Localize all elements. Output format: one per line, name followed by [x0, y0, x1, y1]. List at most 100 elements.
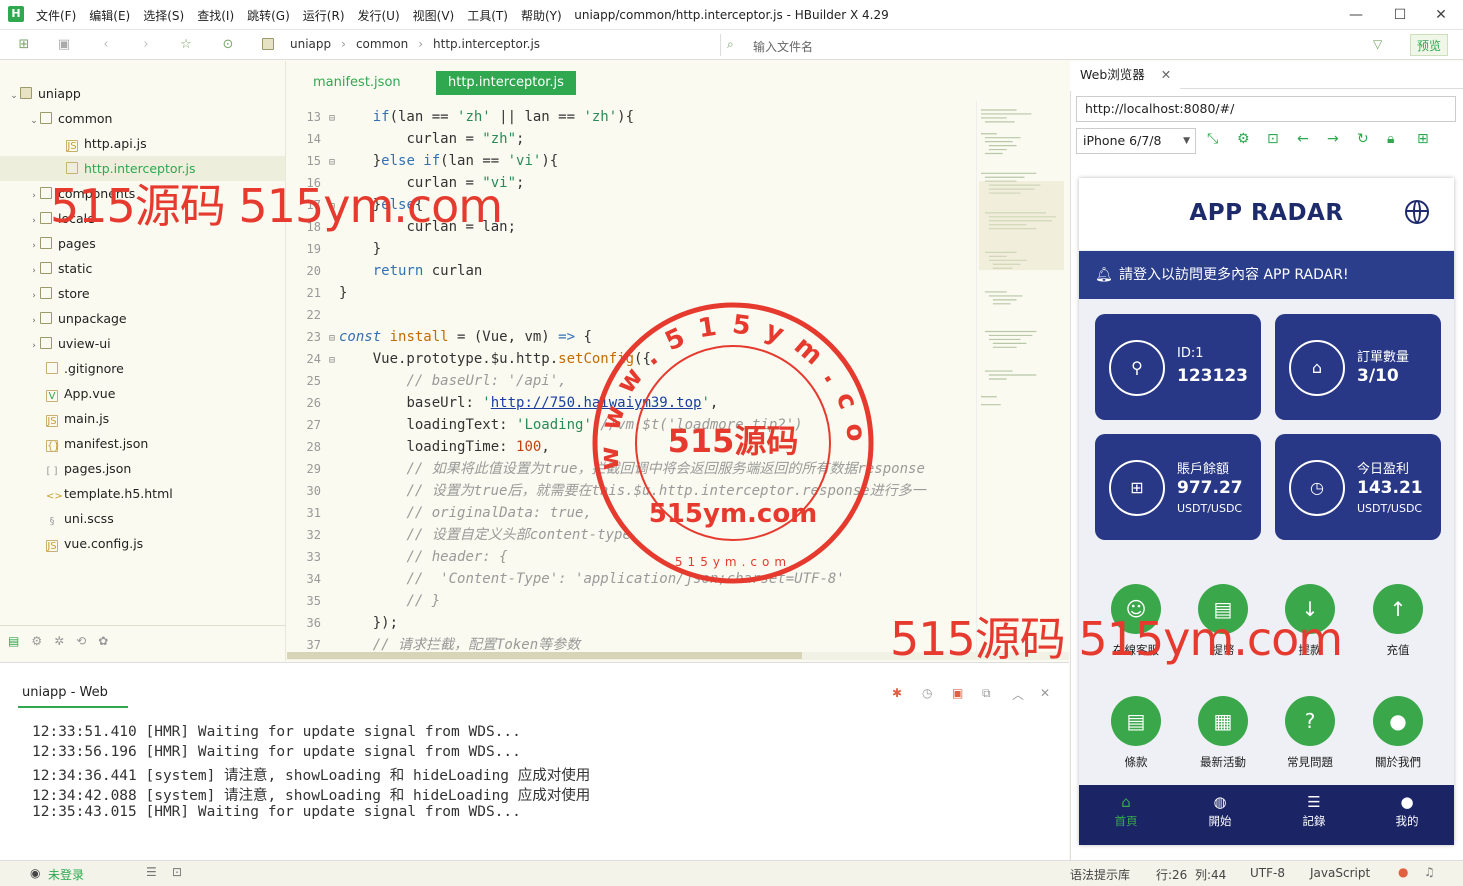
git-icon[interactable]: ⟲ [76, 634, 86, 648]
menu-help[interactable]: 帮助(Y) [521, 7, 562, 24]
tree-item[interactable]: {} manifest.json [46, 431, 148, 456]
tree-item[interactable]: JS main.js [46, 406, 109, 431]
filter-icon[interactable]: ▽ [1373, 37, 1382, 51]
preview-button[interactable]: 预览 [1410, 34, 1448, 56]
login-notice-text: 請登入以訪問更多內容 APP RADAR! [1119, 267, 1349, 283]
action-about[interactable]: ● 關於我們 [1358, 696, 1438, 770]
tree-item[interactable]: › unpackage [28, 306, 126, 331]
forward-icon[interactable]: › [138, 37, 154, 53]
tree-item[interactable]: <>template.h5.html [46, 481, 173, 506]
refresh-icon[interactable]: ↻ [1357, 131, 1369, 147]
syntax-lib[interactable]: 语法提示库 [1070, 866, 1130, 883]
login-notice[interactable]: 🔔︎ 請登入以訪問更多內容 APP RADAR! [1079, 251, 1454, 299]
menu-publish[interactable]: 发行(U) [358, 7, 400, 24]
tree-item[interactable]: › static [28, 256, 92, 281]
plugin-icon[interactable]: ⚙ [31, 634, 42, 648]
console-title[interactable]: uniapp - Web [22, 685, 108, 700]
tree-item[interactable]: JS vue.config.js [46, 531, 143, 556]
maximize-button[interactable]: ☐ [1378, 0, 1422, 30]
nav-records[interactable]: ☰ 記錄 [1267, 785, 1361, 845]
bell-icon[interactable]: ♫ [1424, 865, 1435, 879]
action-label: 常見問題 [1287, 755, 1333, 769]
run-icon[interactable]: ⊙ [220, 37, 236, 53]
new-file-icon[interactable]: ⊞ [16, 37, 32, 53]
stop-icon[interactable]: ▣ [952, 686, 963, 700]
tree-item[interactable]: ⌄ common [28, 106, 112, 131]
back-icon[interactable]: ‹ [98, 37, 114, 53]
stat-card-balance[interactable]: ⊞ 賬戶餘額 977.27 USDT/USDC [1095, 434, 1261, 540]
tree-item[interactable]: JS http.api.js [66, 131, 147, 156]
settings-icon[interactable]: ⚙ [1237, 131, 1250, 147]
menu-tools[interactable]: 工具(T) [467, 7, 508, 24]
list-icon[interactable]: ☰ [146, 865, 157, 879]
stat-card-profit[interactable]: ◷ 今日盈利 143.21 USDT/USDC [1275, 434, 1441, 540]
tab-web-browser[interactable]: Web浏览器 ✕ [1070, 61, 1180, 91]
tree-item[interactable]: › uview-ui [28, 331, 110, 356]
code-minimap[interactable] [976, 101, 1066, 653]
devtools-icon[interactable]: ⊡ [1267, 131, 1279, 147]
tab-http-interceptor[interactable]: http.interceptor.js [436, 71, 576, 95]
scrollbar-thumb[interactable] [287, 652, 802, 659]
menu-find[interactable]: 查找(I) [197, 7, 234, 24]
chevron-down-icon: ▼ [1183, 136, 1190, 146]
action-deposit[interactable]: ↑ 充值 [1358, 584, 1438, 658]
tree-item[interactable]: .gitignore [46, 356, 124, 381]
stamp-url-text: 515ym.com [649, 499, 818, 529]
menu-edit[interactable]: 编辑(E) [89, 7, 130, 24]
breadcrumb-item[interactable]: uniapp [290, 37, 331, 51]
device-select[interactable]: iPhone 6/7/8 ▼ [1076, 128, 1196, 154]
project-explorer: ⌄ uniapp ⌄ common JS http.api.js http.inter… [0, 61, 286, 661]
menu-goto[interactable]: 跳转(G) [247, 7, 290, 24]
minimize-button[interactable]: — [1334, 0, 1378, 30]
menu-view[interactable]: 视图(V) [413, 7, 455, 24]
rotate-icon[interactable]: ⤡ [1207, 131, 1218, 147]
close-tab-icon[interactable]: ✕ [1161, 67, 1171, 82]
encoding[interactable]: UTF-8 [1250, 866, 1285, 880]
nav-home[interactable]: ⌂ 首頁 [1079, 785, 1173, 845]
terminal-icon[interactable]: ⊡ [172, 865, 182, 879]
file-search-input[interactable]: 输入文件名 [753, 38, 813, 55]
tree-item[interactable]: ⌄ uniapp [8, 81, 81, 106]
language-mode[interactable]: JavaScript [1310, 866, 1370, 880]
tab-manifest-json[interactable]: manifest.json [301, 71, 413, 95]
nav-start[interactable]: ◍ 開始 [1173, 785, 1267, 845]
globe-icon[interactable] [1405, 200, 1429, 224]
tree-item[interactable]: [ ] pages.json [46, 456, 132, 481]
notification-dot-icon[interactable]: ● [1398, 865, 1408, 879]
action-faq[interactable]: ? 常見問題 [1270, 696, 1350, 770]
action-events[interactable]: ▦ 最新活動 [1183, 696, 1263, 770]
action-terms[interactable]: ▤ 條款 [1096, 696, 1176, 770]
breadcrumb-item[interactable]: common [356, 37, 408, 51]
collapse-up-icon[interactable]: ︿ [1012, 686, 1024, 703]
cursor-position[interactable]: 行:26 列:44 [1156, 866, 1226, 883]
tree-item[interactable]: § uni.scss [46, 506, 114, 531]
url-input[interactable]: http://localhost:8080/#/ [1076, 96, 1456, 122]
menu-file[interactable]: 文件(F) [36, 7, 76, 24]
tree-item-label: vue.config.js [64, 536, 144, 551]
tree-item[interactable]: › store [28, 281, 89, 306]
palette-icon[interactable]: ✿ [98, 634, 108, 648]
debug-bug-icon[interactable]: ✱ [892, 686, 902, 700]
grid-icon[interactable]: ⊞ [1417, 131, 1429, 147]
restart-icon[interactable]: ◷ [922, 686, 932, 700]
open-external-icon[interactable]: ⧉ [982, 686, 991, 701]
debug-icon[interactable]: ✲ [54, 634, 64, 648]
folder-icon[interactable]: ▤ [8, 634, 19, 648]
file-search-box[interactable]: ⌕ 输入文件名 ▽ [720, 34, 1402, 56]
stat-card-orders[interactable]: ⌂ 訂單數量 3/10 [1275, 314, 1441, 420]
save-icon[interactable]: ▣ [56, 37, 72, 53]
menu-select[interactable]: 选择(S) [143, 7, 184, 24]
menu-run[interactable]: 运行(R) [303, 7, 345, 24]
stat-card-id[interactable]: ⚲ ID:1 123123 [1095, 314, 1261, 420]
tree-item[interactable]: V App.vue [46, 381, 115, 406]
login-status[interactable]: 未登录 [48, 866, 84, 883]
stat-card-unit: USDT/USDC [1177, 502, 1243, 515]
back-arrow-icon[interactable]: ← [1297, 131, 1309, 147]
clear-console-icon[interactable]: ✕ [1040, 686, 1050, 700]
breadcrumb-item[interactable]: http.interceptor.js [433, 37, 540, 51]
lock-icon[interactable]: 🔒︎ [1387, 131, 1394, 147]
star-icon[interactable]: ☆ [178, 37, 194, 53]
forward-arrow-icon[interactable]: → [1327, 131, 1339, 147]
close-window-button[interactable]: ✕ [1419, 0, 1463, 30]
nav-mine[interactable]: ● 我的 [1360, 785, 1454, 845]
